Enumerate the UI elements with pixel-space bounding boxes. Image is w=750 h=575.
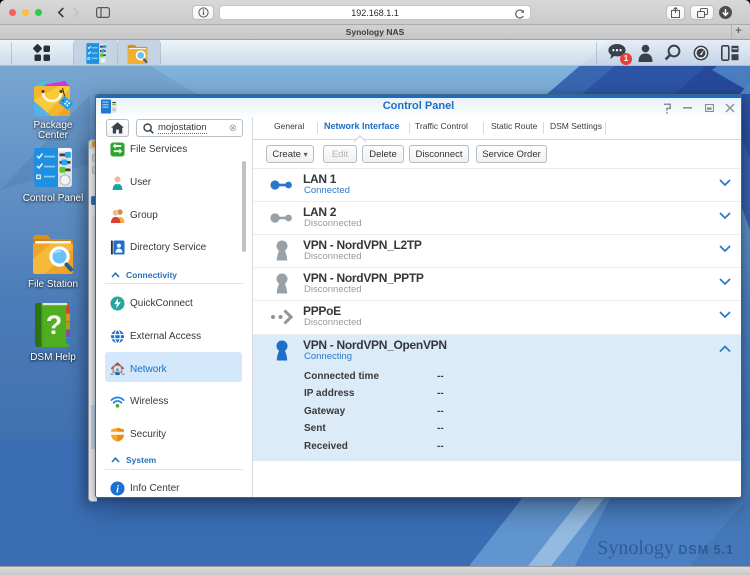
- svg-text:?: ?: [46, 310, 63, 340]
- svg-text:i: i: [116, 484, 119, 495]
